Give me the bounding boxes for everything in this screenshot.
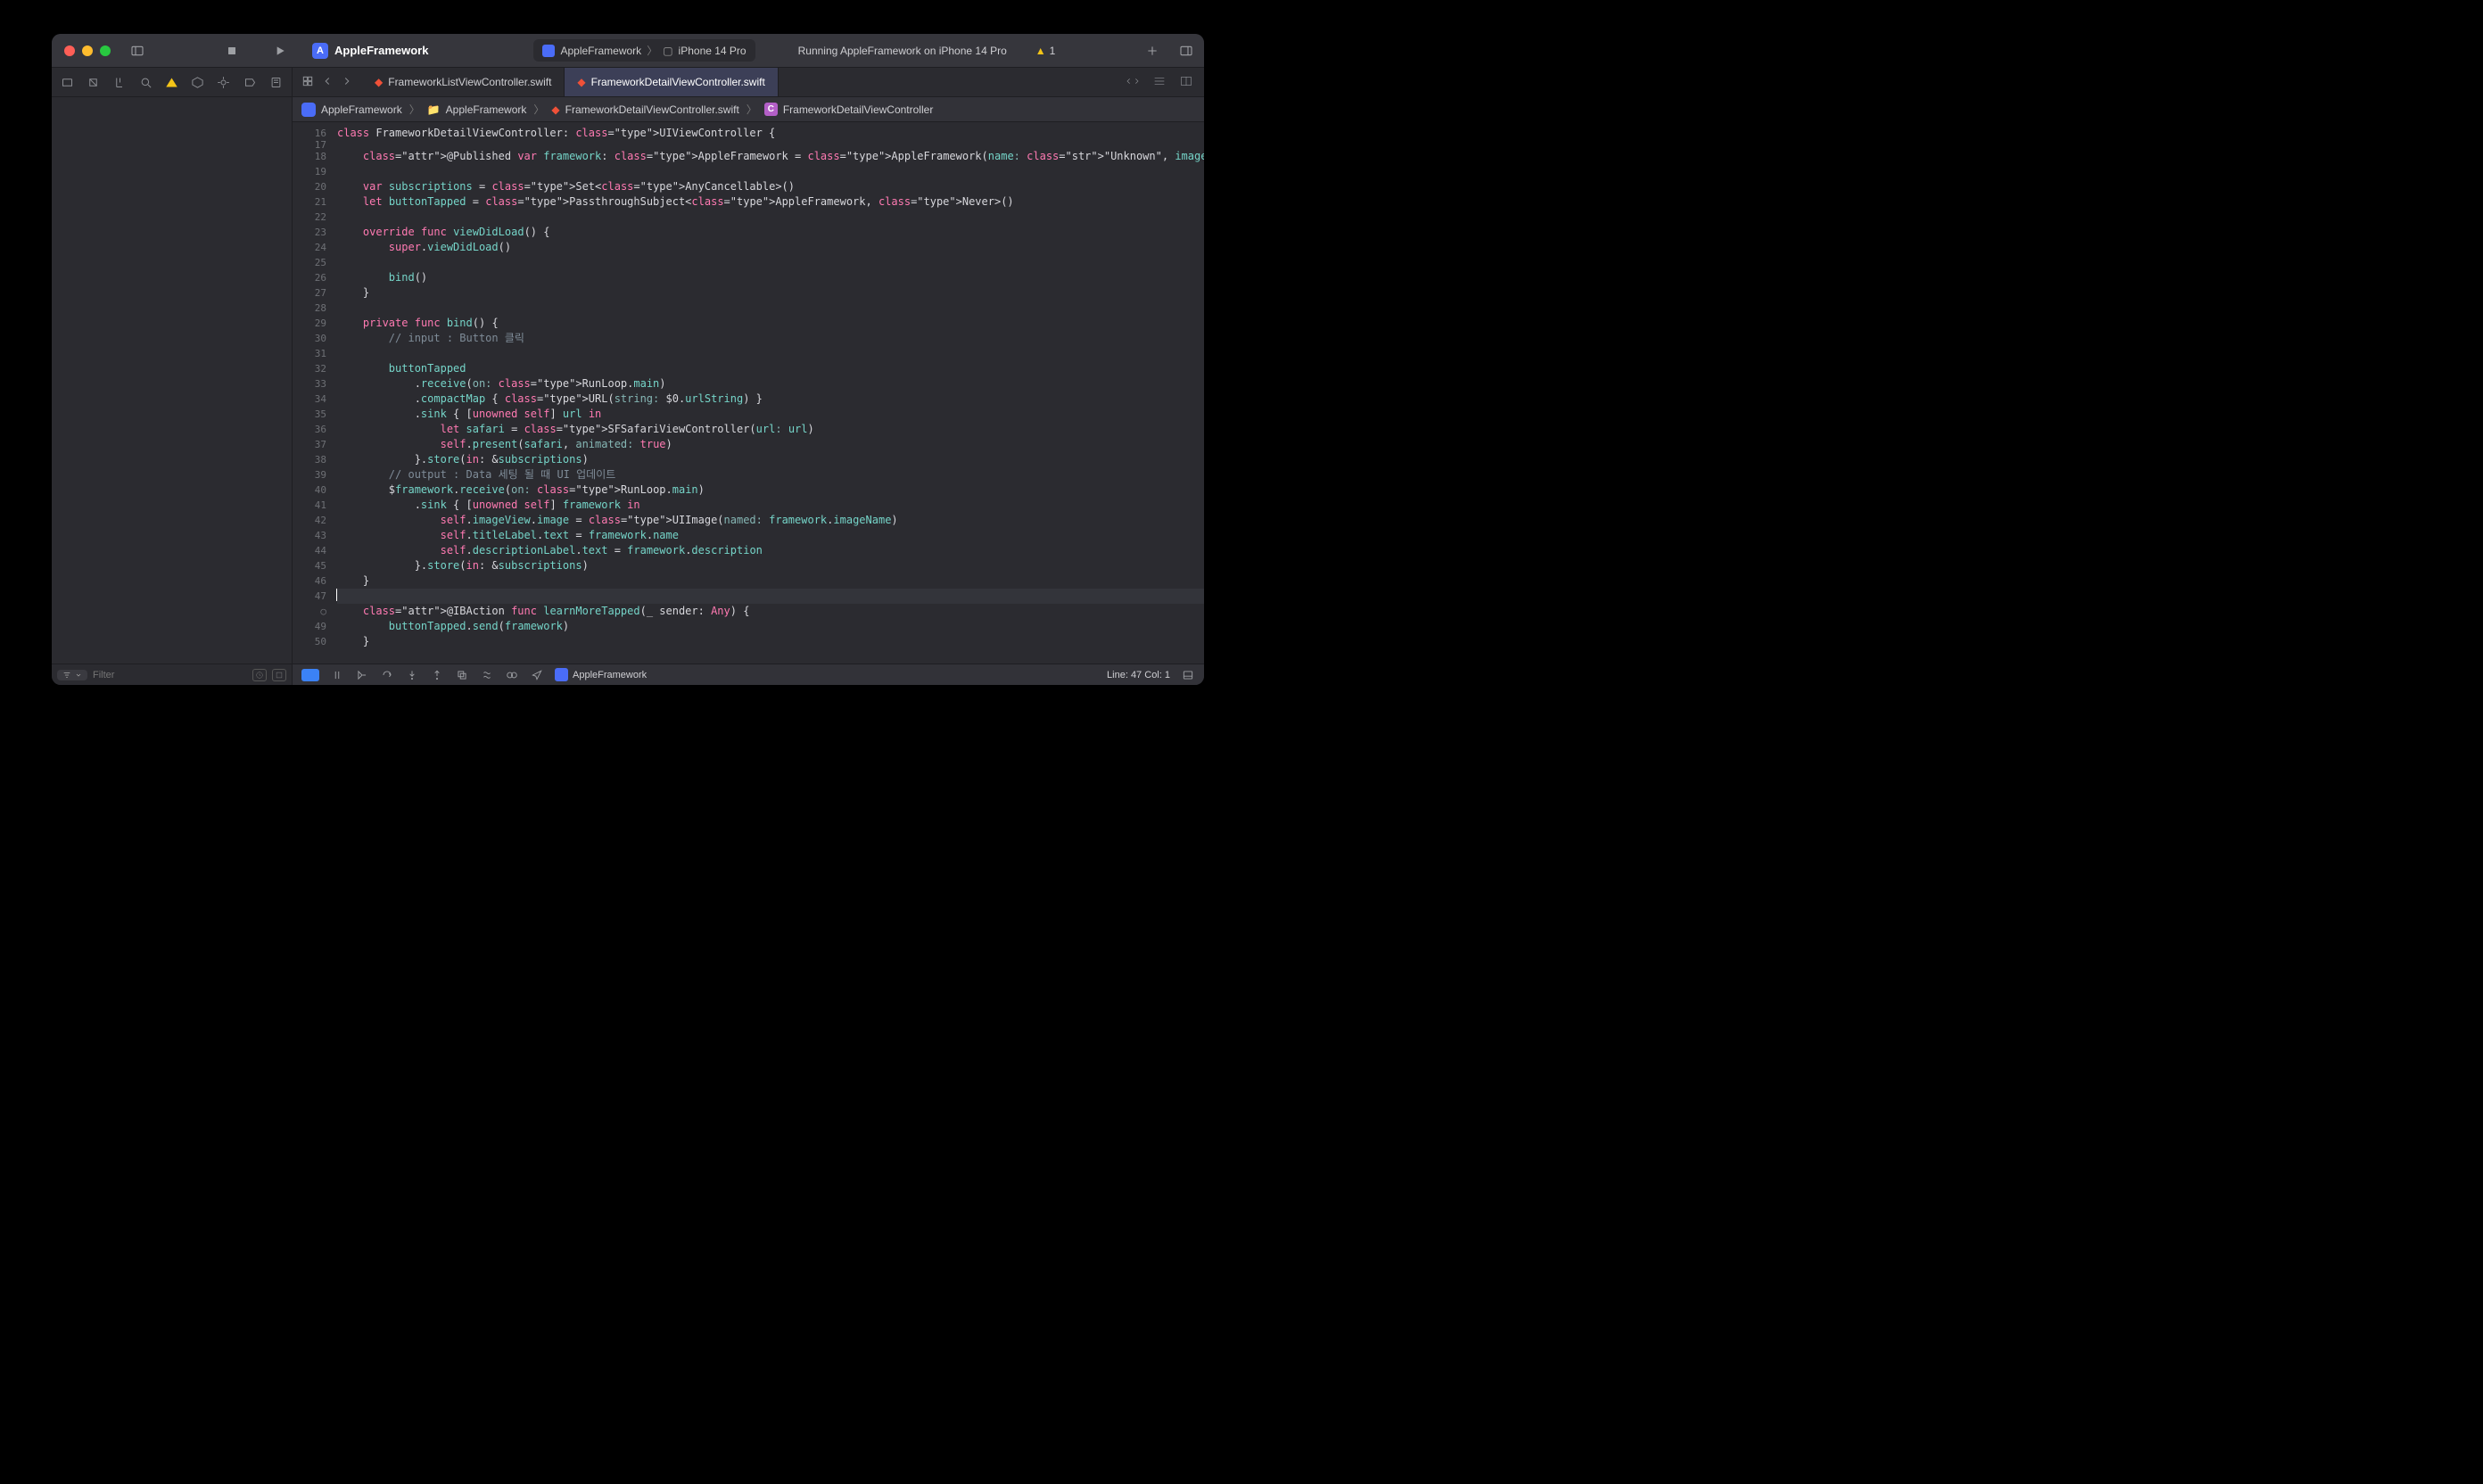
related-items-icon[interactable] xyxy=(301,75,314,90)
navigator-content xyxy=(52,97,292,664)
back-button[interactable] xyxy=(321,75,334,90)
step-into-button[interactable] xyxy=(405,668,419,682)
minimize-window-button[interactable] xyxy=(82,45,93,56)
folder-icon: 📁 xyxy=(427,103,441,116)
add-editor-icon[interactable] xyxy=(1179,74,1193,91)
navigator-sidebar xyxy=(52,68,293,685)
sidebar-toggle-icon[interactable] xyxy=(128,42,146,60)
run-status-label: Running AppleFramework on iPhone 14 Pro xyxy=(798,45,1007,57)
source-control-navigator-icon[interactable] xyxy=(87,75,100,89)
project-title[interactable]: A AppleFramework xyxy=(312,43,428,59)
test-navigator-icon[interactable] xyxy=(191,75,204,89)
tab-bar: ◆ FrameworkListViewController.swift ◆ Fr… xyxy=(293,68,1204,97)
stop-button[interactable] xyxy=(223,42,241,60)
debug-navigator-icon[interactable] xyxy=(217,75,230,89)
symbol-navigator-icon[interactable] xyxy=(112,75,126,89)
forward-button[interactable] xyxy=(341,75,353,90)
breadcrumb-group: AppleFramework xyxy=(446,103,527,116)
warning-icon: ▲ xyxy=(1035,45,1046,57)
filter-recents-icon[interactable] xyxy=(252,669,267,681)
breadcrumb-symbol: FrameworkDetailViewController xyxy=(783,103,934,116)
step-over-button[interactable] xyxy=(380,668,394,682)
device-icon: ▢ xyxy=(663,45,672,57)
titlebar: A AppleFramework AppleFramework 〉 ▢ iPho… xyxy=(52,34,1204,68)
filter-scm-icon[interactable] xyxy=(272,669,286,681)
add-button[interactable] xyxy=(1143,42,1161,60)
navigator-filter-input[interactable] xyxy=(93,670,247,680)
toggle-debug-area-icon[interactable] xyxy=(1181,668,1195,682)
editor-options-icon[interactable] xyxy=(1152,74,1167,91)
scheme-target-label: AppleFramework xyxy=(560,45,641,57)
chevron-right-icon: 〉 xyxy=(532,102,546,117)
navigator-filter-bar xyxy=(52,664,292,685)
step-out-button[interactable] xyxy=(430,668,444,682)
debug-view-hierarchy-icon[interactable] xyxy=(455,668,469,682)
swift-file-icon: ◆ xyxy=(577,76,585,88)
tab-framework-list[interactable]: ◆ FrameworkListViewController.swift xyxy=(362,68,565,96)
tab-label: FrameworkListViewController.swift xyxy=(388,76,551,88)
jump-bar[interactable]: AppleFramework 〉 📁 AppleFramework 〉 ◆ Fr… xyxy=(293,97,1204,122)
breadcrumb-project: AppleFramework xyxy=(321,103,402,116)
code-review-icon[interactable] xyxy=(1126,74,1140,91)
scheme-device-label: iPhone 14 Pro xyxy=(679,45,747,57)
breakpoint-toggle[interactable] xyxy=(301,669,319,681)
filter-scope-button[interactable] xyxy=(57,670,87,680)
environment-overrides-icon[interactable] xyxy=(505,668,519,682)
app-icon xyxy=(301,103,316,117)
warning-badge[interactable]: ▲ 1 xyxy=(1035,45,1056,57)
chevron-right-icon: 〉 xyxy=(408,102,422,117)
debug-memory-icon[interactable] xyxy=(480,668,494,682)
tab-controls xyxy=(293,68,362,96)
report-navigator-icon[interactable] xyxy=(269,75,283,89)
cursor-position: Line: 47 Col: 1 xyxy=(1107,670,1170,680)
breakpoint-navigator-icon[interactable] xyxy=(243,75,257,89)
chevron-right-icon: 〉 xyxy=(647,43,657,58)
simulate-location-icon[interactable] xyxy=(530,668,544,682)
body-split: ◆ FrameworkListViewController.swift ◆ Fr… xyxy=(52,68,1204,685)
project-navigator-icon[interactable] xyxy=(61,75,74,89)
tab-framework-detail[interactable]: ◆ FrameworkDetailViewController.swift xyxy=(565,68,778,96)
library-button[interactable] xyxy=(1177,42,1195,60)
debug-process-name: AppleFramework xyxy=(573,670,647,680)
project-name-label: AppleFramework xyxy=(334,44,428,57)
swift-file-icon: ◆ xyxy=(551,103,559,116)
editor-area: ◆ FrameworkListViewController.swift ◆ Fr… xyxy=(293,68,1204,685)
debug-process[interactable]: AppleFramework xyxy=(555,668,647,681)
titlebar-right xyxy=(1143,42,1195,60)
line-gutter[interactable]: 1617181920212223242526272829303132333435… xyxy=(293,122,334,664)
scheme-app-icon xyxy=(542,45,555,57)
warning-count: 1 xyxy=(1050,45,1056,57)
fullscreen-window-button[interactable] xyxy=(100,45,111,56)
breadcrumb-file: FrameworkDetailViewController.swift xyxy=(565,103,739,116)
pause-button[interactable] xyxy=(330,668,344,682)
class-icon: C xyxy=(764,103,778,116)
tab-right-controls xyxy=(1115,68,1204,96)
chevron-right-icon: 〉 xyxy=(745,102,759,117)
traffic-lights xyxy=(64,45,111,56)
code-editor[interactable]: 1617181920212223242526272829303132333435… xyxy=(293,122,1204,664)
code-content[interactable]: class FrameworkDetailViewController: cla… xyxy=(334,122,1204,664)
scheme-selector[interactable]: AppleFramework 〉 ▢ iPhone 14 Pro xyxy=(533,39,755,62)
close-window-button[interactable] xyxy=(64,45,75,56)
continue-button[interactable] xyxy=(355,668,369,682)
debug-bar: AppleFramework Line: 47 Col: 1 xyxy=(293,664,1204,685)
navigator-toolbar xyxy=(52,68,292,97)
xcode-window: A AppleFramework AppleFramework 〉 ▢ iPho… xyxy=(52,34,1204,685)
app-icon xyxy=(555,668,568,681)
issue-navigator-icon[interactable] xyxy=(165,75,178,89)
run-button[interactable] xyxy=(271,42,289,60)
find-navigator-icon[interactable] xyxy=(139,75,153,89)
swift-file-icon: ◆ xyxy=(375,76,383,88)
tab-label: FrameworkDetailViewController.swift xyxy=(591,76,765,88)
app-icon: A xyxy=(312,43,328,59)
